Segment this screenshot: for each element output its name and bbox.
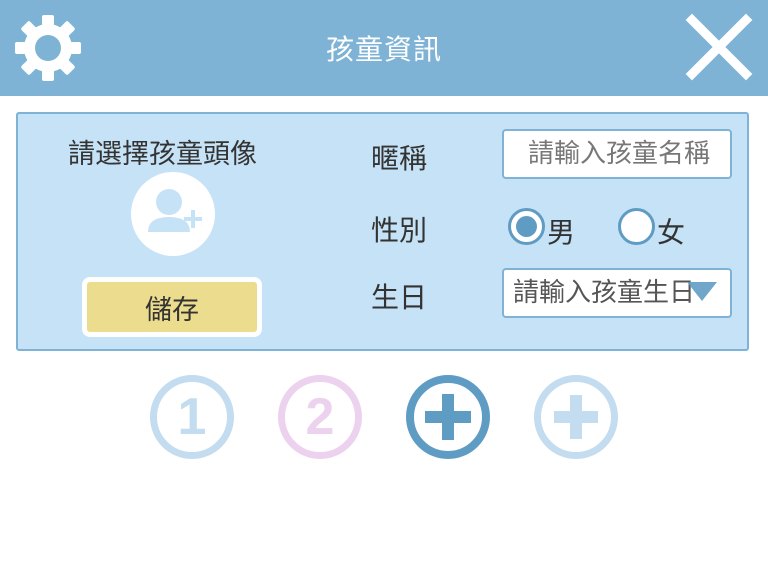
header-bar: 孩童資訊 <box>0 0 768 96</box>
gender-male-radio[interactable] <box>508 208 545 245</box>
nickname-field[interactable] <box>502 129 732 179</box>
birthday-placeholder: 請輸入孩童生日 <box>513 278 696 308</box>
close-button[interactable] <box>684 12 754 82</box>
child-info-panel: 請選擇孩童頭像 儲存 暱稱 性別 男 女 生日 請輸入孩童生日 <box>16 112 749 351</box>
close-icon <box>685 13 753 81</box>
avatar-picker[interactable] <box>131 172 215 256</box>
add-user-icon <box>148 189 202 232</box>
child-slot-2[interactable]: 2 <box>278 375 362 459</box>
gender-label: 性別 <box>371 214 428 247</box>
gender-female-label[interactable]: 女 <box>657 211 685 251</box>
birthday-picker[interactable]: 請輸入孩童生日 <box>502 268 732 318</box>
save-button-label: 儲存 <box>87 282 257 332</box>
child-slot-1-number: 1 <box>177 388 207 446</box>
nickname-input[interactable] <box>504 131 730 177</box>
nickname-label: 暱稱 <box>371 142 428 175</box>
birthday-label: 生日 <box>371 281 428 314</box>
child-slot-2-number: 2 <box>305 388 335 446</box>
add-child-slot-active[interactable] <box>406 375 490 459</box>
add-circle-icon <box>534 375 618 459</box>
triangle-down-icon <box>687 282 717 301</box>
avatar-prompt: 請選擇孩童頭像 <box>68 139 257 170</box>
gender-male-label[interactable]: 男 <box>547 211 575 251</box>
child-slot-1[interactable]: 1 <box>150 375 234 459</box>
add-child-slot-inactive[interactable] <box>534 375 618 459</box>
page-title: 孩童資訊 <box>325 33 442 66</box>
save-button[interactable]: 儲存 <box>82 277 262 337</box>
gender-female-radio[interactable] <box>618 208 655 245</box>
add-circle-icon <box>406 375 490 459</box>
